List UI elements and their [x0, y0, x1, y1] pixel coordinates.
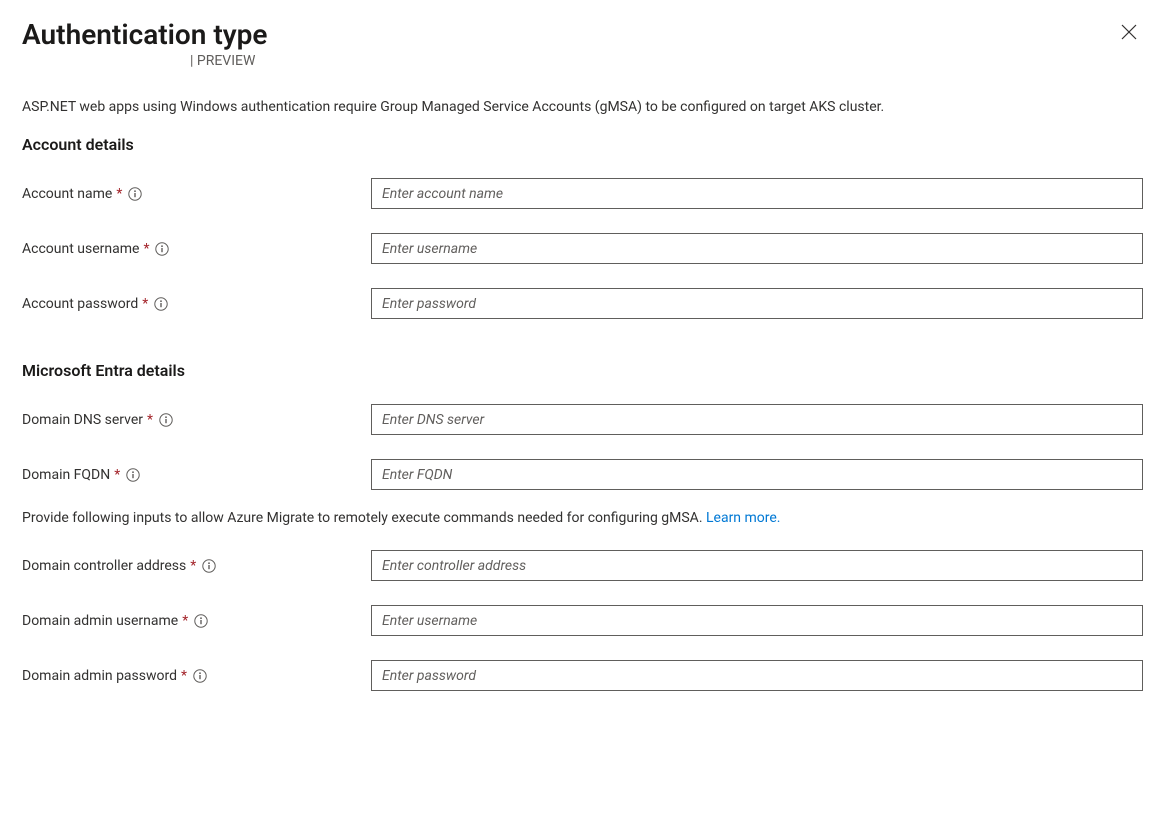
info-icon[interactable] — [193, 669, 207, 683]
helper-text: Provide following inputs to allow Azure … — [22, 510, 1143, 526]
account-password-input[interactable] — [371, 288, 1143, 319]
account-password-label: Account password — [22, 296, 138, 312]
domain-fqdn-input[interactable] — [371, 459, 1143, 490]
close-button[interactable] — [1115, 18, 1143, 46]
account-name-label: Account name — [22, 186, 112, 202]
required-indicator: * — [182, 613, 188, 629]
domain-admin-username-input[interactable] — [371, 605, 1143, 636]
domain-admin-password-label: Domain admin password — [22, 668, 177, 684]
account-name-input[interactable] — [371, 178, 1143, 209]
section-heading-entra: Microsoft Entra details — [22, 361, 1143, 380]
info-icon[interactable] — [128, 187, 142, 201]
domain-dns-label: Domain DNS server — [22, 412, 143, 428]
domain-dns-input[interactable] — [371, 404, 1143, 435]
account-username-input[interactable] — [371, 233, 1143, 264]
info-icon[interactable] — [202, 559, 216, 573]
info-icon[interactable] — [126, 468, 140, 482]
account-username-label: Account username — [22, 241, 139, 257]
page-title: Authentication type — [22, 18, 267, 51]
learn-more-link[interactable]: Learn more. — [706, 510, 781, 526]
required-indicator: * — [142, 296, 148, 312]
close-icon — [1121, 28, 1137, 43]
preview-badge: | PREVIEW — [190, 53, 1143, 69]
required-indicator: * — [143, 241, 149, 257]
domain-fqdn-label: Domain FQDN — [22, 467, 110, 483]
section-heading-account: Account details — [22, 135, 1143, 154]
info-icon[interactable] — [194, 614, 208, 628]
required-indicator: * — [116, 186, 122, 202]
required-indicator: * — [147, 412, 153, 428]
domain-controller-label: Domain controller address — [22, 558, 186, 574]
required-indicator: * — [114, 467, 120, 483]
info-icon[interactable] — [154, 297, 168, 311]
info-icon[interactable] — [155, 242, 169, 256]
required-indicator: * — [190, 558, 196, 574]
domain-controller-input[interactable] — [371, 550, 1143, 581]
domain-admin-password-input[interactable] — [371, 660, 1143, 691]
required-indicator: * — [181, 668, 187, 684]
info-icon[interactable] — [159, 413, 173, 427]
intro-text: ASP.NET web apps using Windows authentic… — [22, 99, 1143, 115]
domain-admin-username-label: Domain admin username — [22, 613, 178, 629]
